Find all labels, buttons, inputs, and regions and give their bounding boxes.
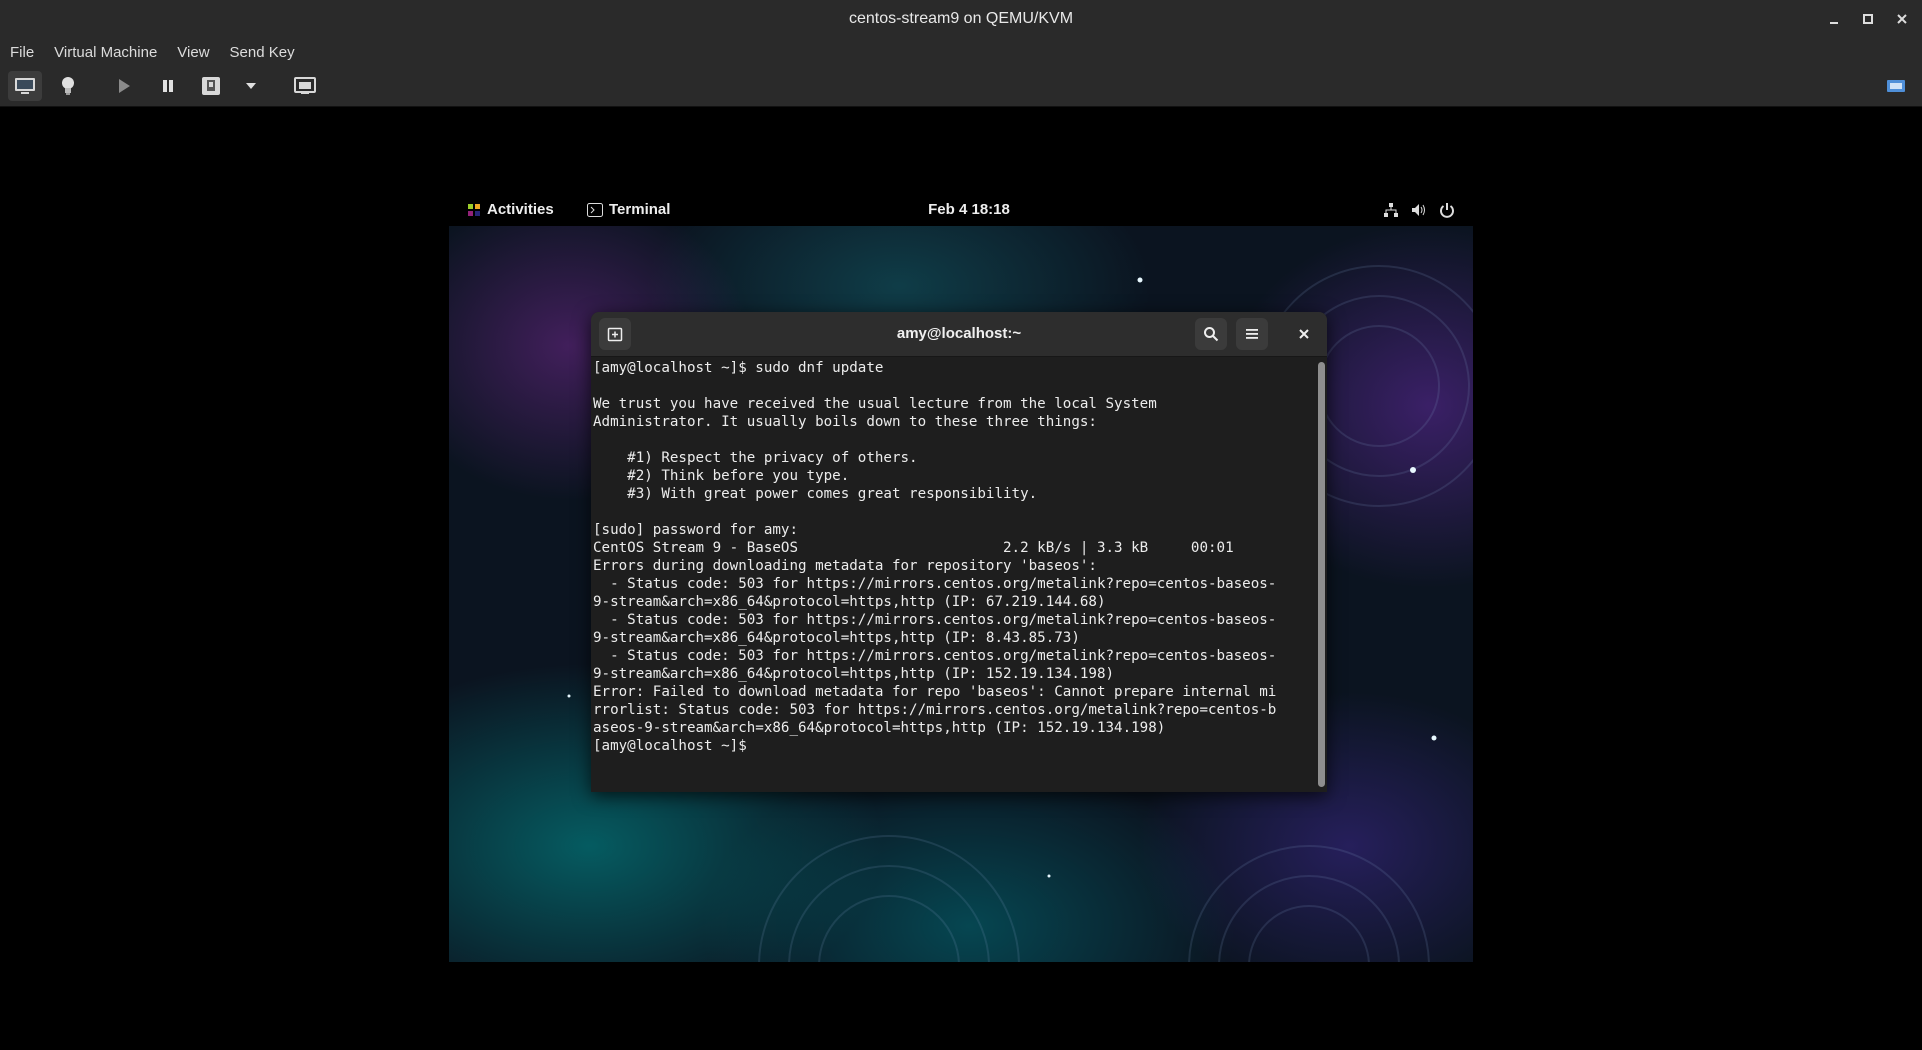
terminal-line: [amy@localhost ~]$ sudo dnf update [593, 360, 884, 376]
terminal-line: [amy@localhost ~]$ [593, 738, 756, 754]
window-titlebar: centos-stream9 on QEMU/KVM [0, 0, 1922, 39]
terminal-line: CentOS Stream 9 - BaseOS 2.2 kB/s | 3.3 … [593, 540, 1234, 556]
terminal-icon [587, 202, 603, 217]
terminal-line: #1) Respect the privacy of others. [593, 450, 918, 466]
menu-bar: File Virtual Machine View Send Key [0, 38, 1922, 66]
terminal-line: Errors during downloading metadata for r… [593, 558, 1097, 574]
terminal-line: rrorlist: Status code: 503 for https://m… [593, 702, 1277, 718]
window-controls [1824, 0, 1912, 38]
toolbar [0, 66, 1922, 107]
menu-virtual-machine[interactable]: Virtual Machine [44, 44, 167, 61]
window-title: centos-stream9 on QEMU/KVM [848, 10, 1074, 27]
play-icon [119, 79, 130, 93]
system-menu[interactable] [1383, 193, 1455, 226]
centos-logo-icon [468, 203, 480, 216]
shutdown-menu-button[interactable] [234, 71, 268, 101]
gnome-top-bar: Activities Terminal Feb 4 18:18 [449, 193, 1473, 226]
maximize-icon [1863, 14, 1873, 24]
terminal-line: 9-stream&arch=x86_64&protocol=https,http… [593, 666, 1115, 682]
clock[interactable]: Feb 4 18:18 [919, 193, 1019, 226]
pause-button[interactable] [151, 71, 185, 101]
app-menu-terminal[interactable]: Terminal [587, 193, 670, 226]
terminal-window: amy@localhost:~ [amy@localhost ~]$ sudo … [591, 312, 1327, 792]
terminal-headerbar: amy@localhost:~ [591, 312, 1327, 357]
minimize-icon [1830, 22, 1838, 24]
network-icon [1384, 202, 1398, 217]
terminal-output[interactable]: [amy@localhost ~]$ sudo dnf update We tru… [593, 357, 1309, 789]
hamburger-menu-icon [1246, 329, 1258, 339]
menu-view[interactable]: View [167, 44, 219, 61]
terminal-line: aseos-9-stream&arch=x86_64&protocol=http… [593, 720, 1166, 736]
menu-send-key[interactable]: Send Key [220, 44, 305, 61]
fullscreen-button[interactable] [1879, 71, 1913, 101]
terminal-line: We trust you have received the usual lec… [593, 396, 1157, 412]
activities-label: Activities [487, 201, 554, 218]
terminal-line: - Status code: 503 for https://mirrors.c… [593, 576, 1277, 592]
new-tab-button[interactable] [599, 318, 631, 350]
minimize-button[interactable] [1824, 9, 1844, 29]
volume-icon [1412, 203, 1425, 216]
terminal-line: - Status code: 503 for https://mirrors.c… [593, 648, 1277, 664]
shutdown-button[interactable] [194, 71, 228, 101]
close-icon [1299, 329, 1309, 339]
terminal-close-button[interactable] [1288, 318, 1320, 350]
menu-file[interactable]: File [0, 44, 44, 61]
lightbulb-icon [62, 77, 74, 95]
maximize-button[interactable] [1858, 9, 1878, 29]
run-button[interactable] [107, 71, 141, 101]
snapshots-button[interactable] [288, 71, 322, 101]
monitor-icon [15, 78, 35, 94]
activities-button[interactable]: Activities [467, 193, 554, 226]
details-view-button[interactable] [51, 71, 85, 101]
power-icon [1440, 202, 1454, 218]
console-view-button[interactable] [8, 71, 42, 101]
fullscreen-icon [1887, 80, 1905, 92]
terminal-line: 9-stream&arch=x86_64&protocol=https,http… [593, 630, 1080, 646]
terminal-line: 9-stream&arch=x86_64&protocol=https,http… [593, 594, 1106, 610]
terminal-line: Administrator. It usually boils down to … [593, 414, 1097, 430]
close-icon [1897, 14, 1907, 24]
terminal-line: #2) Think before you type. [593, 468, 850, 484]
terminal-line: #3) With great power comes great respons… [593, 486, 1038, 502]
app-menu-label: Terminal [609, 201, 671, 218]
new-tab-icon [607, 327, 623, 342]
pause-icon [163, 80, 173, 92]
terminal-line: - Status code: 503 for https://mirrors.c… [593, 612, 1277, 628]
terminal-title: amy@localhost:~ [896, 325, 1022, 342]
search-icon [1204, 327, 1219, 342]
snapshots-icon [294, 77, 316, 94]
clock-label: Feb 4 18:18 [928, 201, 1010, 218]
close-button[interactable] [1892, 9, 1912, 29]
terminal-line: Error: Failed to download metadata for r… [593, 684, 1277, 700]
terminal-line: [sudo] password for amy: [593, 522, 798, 538]
menu-button[interactable] [1236, 318, 1268, 350]
terminal-scrollbar[interactable] [1318, 362, 1325, 787]
search-button[interactable] [1195, 318, 1227, 350]
dropdown-arrow-icon [246, 83, 256, 89]
shutdown-icon [202, 77, 220, 95]
